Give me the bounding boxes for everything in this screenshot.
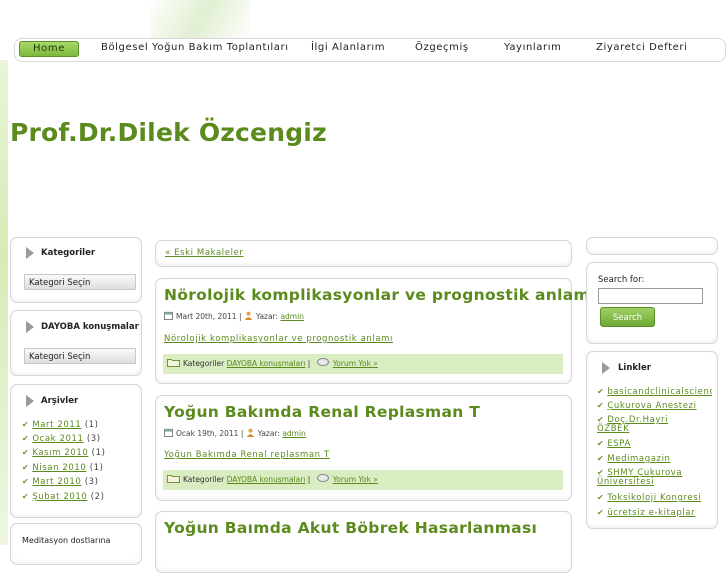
folder-icon — [167, 359, 180, 367]
calendar-icon — [164, 428, 173, 437]
nav-yayinlarim[interactable]: Yayınlarım — [504, 42, 561, 53]
post-title[interactable]: Nörolojik komplikasyonlar ve prognostik … — [164, 286, 596, 304]
widget-empty — [586, 237, 718, 255]
link-item[interactable]: ✔ SHMY Çukurova Üniversitesi — [597, 468, 697, 487]
post-title[interactable]: Yoğun Baımda Akut Böbrek Hasarlanması — [164, 519, 537, 537]
author-link[interactable]: admin — [282, 429, 306, 438]
older-posts-link[interactable]: « Eski Makaleler — [165, 248, 244, 258]
category-link[interactable]: DAYOBA konuşmaları — [227, 475, 306, 484]
check-icon: ✔ — [22, 420, 30, 429]
nav-home[interactable]: Home — [19, 41, 79, 57]
check-icon: ✔ — [22, 492, 30, 501]
check-icon: ✔ — [597, 468, 605, 477]
nav-ilgi-alanlarim[interactable]: İlgi Alanlarım — [311, 42, 385, 53]
category-link[interactable]: DAYOBA konuşmaları — [227, 359, 306, 368]
triangle-icon — [26, 321, 34, 333]
widget-title: Arşivler — [41, 396, 79, 406]
link-item[interactable]: ✔ ESPA — [597, 439, 631, 449]
kategoriler-select[interactable]: Kategori Seçin — [24, 274, 136, 290]
link-item[interactable]: ✔ ücretsiz e-kitaplar — [597, 508, 695, 518]
link-item[interactable]: ✔ Doç.Dr.Hayri ÖZBEK — [597, 415, 677, 434]
post-excerpt-link[interactable]: Yoğun Bakımda Renal replasman T — [164, 450, 330, 460]
meditasyon-text: Meditasyon dostlarına — [22, 536, 111, 545]
search-input[interactable] — [598, 288, 703, 304]
check-icon: ✔ — [597, 508, 605, 517]
top-navigation: Home Bölgesel Yoğun Bakım Toplantıları İ… — [14, 38, 726, 62]
author-link[interactable]: admin — [280, 312, 304, 321]
widget-title: Kategoriler — [41, 248, 96, 258]
widget-title: DAYOBA konuşmalar — [41, 322, 139, 332]
check-icon: ✔ — [597, 387, 605, 396]
left-decoration — [0, 60, 8, 545]
archive-item[interactable]: ✔ Şubat 2010 (2) — [22, 492, 105, 502]
header-decoration — [150, 0, 250, 40]
widget-dayoba: DAYOBA konuşmalar Kategori Seçin — [10, 310, 142, 376]
archive-item[interactable]: ✔ Mart 2010 (3) — [22, 477, 99, 487]
folder-icon — [167, 475, 180, 483]
widget-meditasyon: Meditasyon dostlarına — [10, 523, 142, 565]
comment-icon — [316, 474, 329, 482]
check-icon: ✔ — [597, 454, 605, 463]
archive-item[interactable]: ✔ Nisan 2010 (1) — [22, 463, 104, 473]
check-icon: ✔ — [22, 448, 30, 457]
post-category-bar: Kategoriler DAYOBA konuşmaları | Yorum Y… — [163, 354, 563, 374]
widget-title: Linkler — [618, 363, 651, 373]
post-meta: Ocak 19th, 2011 | Yazar: admin — [164, 428, 306, 438]
comment-icon — [316, 358, 329, 366]
check-icon: ✔ — [597, 439, 605, 448]
archive-item[interactable]: ✔ Ocak 2011 (3) — [22, 434, 101, 444]
widget-search: Search for: — [586, 262, 718, 344]
check-icon: ✔ — [22, 463, 30, 472]
post-category-bar: Kategoriler DAYOBA konuşmaları | Yorum Y… — [163, 470, 563, 490]
archive-item[interactable]: ✔ Kasım 2010 (1) — [22, 448, 106, 458]
link-item[interactable]: ✔ Medimagazin — [597, 454, 671, 464]
triangle-icon — [26, 395, 34, 407]
link-item[interactable]: ✔ Toksikoloji Kongresi — [597, 493, 701, 503]
widget-arsivler: Arşivler ✔ Mart 2011 (1) ✔ Ocak 2011 (3) ✔… — [10, 384, 142, 518]
post-title[interactable]: Yoğun Bakımda Renal Replasman T — [164, 403, 480, 421]
post-excerpt-link[interactable]: Nörolojik komplikasyonlar ve prognostik … — [164, 334, 393, 344]
user-icon — [246, 428, 254, 437]
triangle-icon — [26, 247, 34, 259]
triangle-icon — [602, 362, 610, 374]
check-icon: ✔ — [597, 401, 605, 410]
check-icon: ✔ — [22, 477, 30, 486]
link-item[interactable]: ✔ Çukurova Anestezi — [597, 401, 697, 411]
older-posts-box: « Eski Makaleler — [155, 240, 572, 267]
widget-kategoriler: Kategoriler Kategori Seçin — [10, 237, 142, 303]
nav-bolgesel-yogun-bakim[interactable]: Bölgesel Yoğun Bakım Toplantıları — [101, 42, 289, 53]
search-label: Search for: — [598, 275, 645, 285]
comments-link[interactable]: Yorum Yok » — [333, 359, 378, 368]
check-icon: ✔ — [597, 415, 605, 424]
calendar-icon — [164, 311, 173, 320]
nav-ziyaretci-defteri[interactable]: Ziyaretci Defteri — [596, 42, 687, 53]
dayoba-select[interactable]: Kategori Seçin — [24, 348, 136, 364]
post-meta: Mart 20th, 2011 | Yazar: admin — [164, 311, 304, 321]
archive-item[interactable]: ✔ Mart 2011 (1) — [22, 420, 99, 430]
nav-ozgecmis[interactable]: Özgeçmiş — [415, 42, 469, 53]
comments-link[interactable]: Yorum Yok » — [333, 475, 378, 484]
search-button[interactable]: Search — [600, 307, 655, 327]
check-icon: ✔ — [22, 434, 30, 443]
user-icon — [244, 311, 252, 320]
link-item[interactable]: ✔ basicandclinicalscienc — [597, 387, 712, 397]
check-icon: ✔ — [597, 493, 605, 502]
site-title[interactable]: Prof.Dr.Dilek Özcengiz — [10, 118, 327, 147]
